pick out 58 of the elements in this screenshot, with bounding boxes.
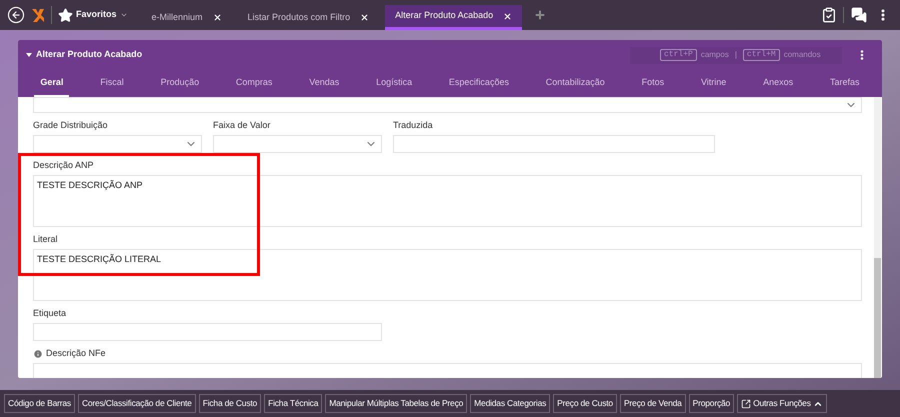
caret-icon: [120, 11, 128, 19]
close-icon[interactable]: [212, 13, 222, 22]
field-label: Faixa de Valor: [213, 118, 270, 132]
function-button[interactable]: Medidas Categorias: [470, 394, 550, 413]
panel-tab[interactable]: Anexos: [757, 70, 800, 97]
panel-title[interactable]: Alterar Produto Acabado: [26, 48, 142, 62]
function-button[interactable]: Código de Barras: [4, 394, 75, 413]
text-area[interactable]: TESTE DESCRIÇÃO LITERAL: [33, 249, 862, 301]
star-icon: [58, 8, 73, 22]
input-field[interactable]: [33, 323, 382, 341]
shortcut-key: ctrl+P: [660, 49, 697, 61]
select-field[interactable]: [33, 135, 202, 153]
panel-tab[interactable]: Especificações: [442, 70, 515, 97]
add-tab-icon[interactable]: [534, 9, 546, 21]
more-functions-button[interactable]: Outras Funções: [737, 394, 827, 413]
browser-tab[interactable]: e-Millennium: [142, 5, 232, 30]
panel-tab[interactable]: Vendas: [303, 70, 346, 97]
back-icon[interactable]: [7, 6, 25, 24]
function-button[interactable]: Cores/Classificação de Cliente: [78, 394, 196, 413]
clipboard-icon[interactable]: [821, 7, 837, 23]
panel-tab[interactable]: Fotos: [636, 70, 670, 97]
select-field[interactable]: [213, 135, 382, 153]
panel-tab[interactable]: Vitrine: [694, 70, 732, 97]
panel-tab[interactable]: Produção: [154, 70, 206, 97]
favorites-menu[interactable]: Favoritos: [58, 8, 128, 22]
select-field[interactable]: [33, 97, 862, 113]
panel-tab[interactable]: Contabilização: [540, 70, 611, 97]
chat-icon[interactable]: [850, 7, 868, 23]
close-icon[interactable]: [360, 13, 370, 22]
field-label: Traduzida: [393, 118, 433, 132]
function-button[interactable]: Ficha Técnica: [264, 394, 322, 413]
scrollbar[interactable]: [874, 97, 881, 378]
text-area[interactable]: TESTE DESCRIÇÃO ANP: [33, 175, 862, 227]
shortcut-key: ctrl+M: [742, 49, 780, 61]
browser-tab[interactable]: Alterar Produto Acabado: [385, 5, 522, 30]
field-label: Literal: [33, 232, 58, 246]
field-label: Descrição ANP: [33, 158, 94, 172]
function-button[interactable]: Preço de Custo: [553, 394, 617, 413]
field-label: Etiqueta: [33, 306, 66, 320]
input-field[interactable]: [393, 135, 715, 153]
function-button[interactable]: Ficha de Custo: [198, 394, 262, 413]
panel-tab[interactable]: Compras: [230, 70, 278, 97]
field-label: Descrição NFe: [46, 346, 106, 360]
function-button[interactable]: Manipular Múltiplas Tabelas de Preço: [325, 394, 468, 413]
browser-tab[interactable]: Listar Produtos com Filtro: [238, 5, 380, 30]
close-icon[interactable]: [503, 12, 512, 20]
separator: |: [734, 49, 737, 61]
function-button[interactable]: Proporção: [688, 394, 734, 413]
panel-tab[interactable]: Tarefas: [824, 70, 866, 97]
logo-icon: [31, 7, 45, 23]
panel-tab[interactable]: Fiscal: [94, 70, 130, 97]
function-button[interactable]: Preço de Venda: [620, 394, 686, 413]
field-label: Grade Distribuição: [33, 118, 108, 132]
shortcut-label: comandos: [784, 49, 821, 61]
scrollbar-thumb[interactable]: [874, 258, 881, 378]
external-icon: [741, 398, 752, 408]
shortcut-label: campos: [700, 49, 729, 61]
panel-tab[interactable]: Logística: [370, 70, 418, 97]
